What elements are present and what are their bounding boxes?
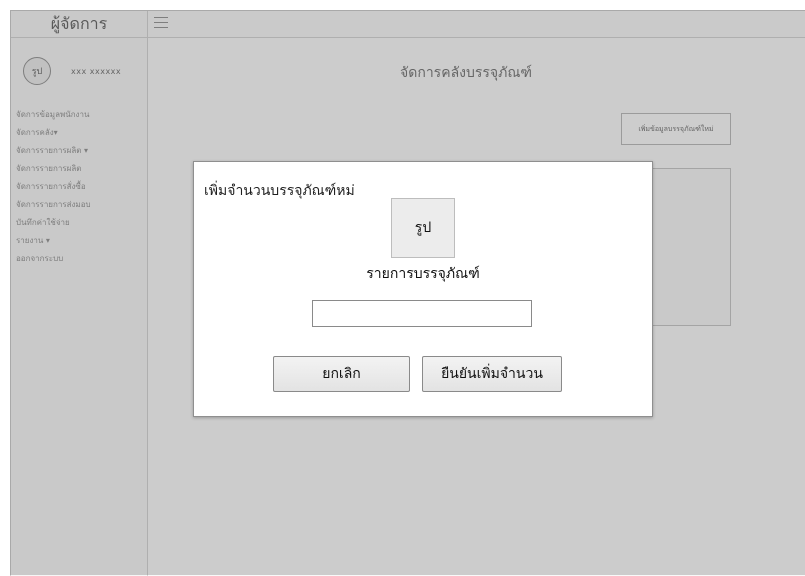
cancel-button[interactable]: ยกเลิก (273, 356, 410, 392)
confirm-add-button[interactable]: ยืนยันเพิ่มจำนวน (422, 356, 562, 392)
add-quantity-dialog: เพิ่มจำนวนบรรจุภัณฑ์หม่ รูป รายการบรรจุภ… (193, 161, 653, 417)
item-label: รายการบรรจุภัณฑ์ (366, 266, 480, 282)
product-image-placeholder: รูป (391, 198, 455, 258)
quantity-input[interactable] (312, 300, 532, 327)
dialog-title: เพิ่มจำนวนบรรจุภัณฑ์หม่ (204, 183, 355, 199)
